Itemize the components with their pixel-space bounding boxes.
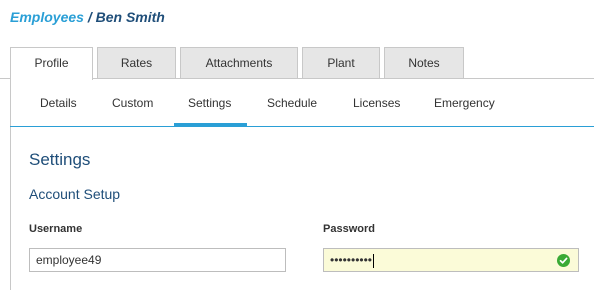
subtab-licenses[interactable]: Licenses [353, 96, 400, 110]
subtab-settings[interactable]: Settings [188, 96, 231, 110]
top-tab-bar: Profile Rates Attachments Plant Notes [0, 47, 594, 80]
password-input[interactable]: •••••••••• [323, 248, 579, 272]
tab-notes[interactable]: Notes [384, 47, 464, 78]
tab-attachments[interactable]: Attachments [180, 47, 298, 78]
breadcrumb-employees-link[interactable]: Employees [10, 9, 84, 25]
subtab-divider [10, 126, 594, 127]
text-caret [373, 253, 375, 268]
tab-profile[interactable]: Profile [10, 47, 93, 80]
breadcrumb-current: Ben Smith [95, 9, 165, 25]
username-input[interactable]: employee49 [29, 248, 286, 272]
section-heading: Account Setup [29, 186, 121, 202]
subtab-schedule[interactable]: Schedule [267, 96, 317, 110]
breadcrumb-separator: / [87, 9, 92, 25]
username-value: employee49 [36, 253, 102, 267]
page-title: Settings [29, 150, 91, 169]
password-label: Password [323, 223, 375, 235]
check-circle-icon [557, 254, 570, 267]
username-label: Username [29, 223, 83, 235]
subtab-custom[interactable]: Custom [112, 96, 153, 110]
tab-rates[interactable]: Rates [97, 47, 176, 78]
subtab-emergency[interactable]: Emergency [434, 96, 495, 110]
tab-plant[interactable]: Plant [302, 47, 380, 78]
subtab-details[interactable]: Details [40, 96, 77, 110]
password-value: •••••••••• [330, 253, 373, 267]
breadcrumb: Employees / Ben Smith [10, 9, 165, 25]
